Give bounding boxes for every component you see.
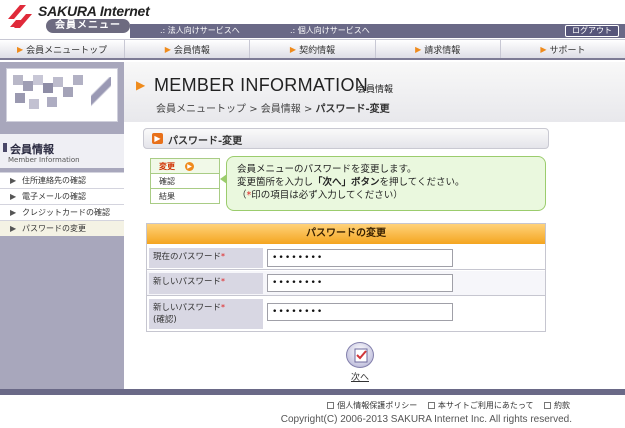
current-password-input[interactable]: •••••••• — [267, 249, 453, 267]
arrow-icon: ▶ — [540, 44, 547, 54]
nav-label: サポート — [549, 45, 586, 56]
instruction-line: （*印の項目は必ず入力してください） — [237, 190, 403, 201]
nav-label: 契約情報 — [299, 45, 336, 56]
step-indicator: 変更 ▶ 確認 結果 — [150, 158, 220, 204]
field-label: 新しいパスワード* — [149, 273, 263, 294]
sidebar: 会員情報 Member Information ▶ 住所連絡先の確認 ▶ 電子メール… — [0, 62, 124, 389]
step-label: 確認 — [159, 177, 175, 186]
main-nav: ▶ 会員メニュートップ ▶ 会員情報 ▶ 契約情報 ▶ 請求情報 ▶ サポート — [0, 39, 625, 60]
sidebar-item-label: 電子メールの確認 — [22, 192, 86, 201]
chevron-right-icon: ▶ — [10, 224, 17, 233]
arrow-icon: ▶ — [289, 44, 297, 54]
sidebar-item-credit-card[interactable]: ▶ クレジットカードの確認 — [0, 204, 124, 220]
step-label: 変更 — [159, 162, 175, 171]
nav-member-info[interactable]: ▶ 会員情報 — [125, 40, 251, 58]
sidebar-item-password[interactable]: ▶ パスワードの変更 — [0, 220, 124, 236]
required-mark: * — [221, 252, 226, 261]
link-square-icon — [327, 402, 335, 409]
sidebar-item-label: クレジットカードの確認 — [22, 208, 110, 217]
link-square-icon — [427, 402, 435, 409]
arrow-icon: ▶ — [136, 78, 146, 92]
required-mark: * — [221, 277, 226, 286]
page-header: ▶ MEMBER INFORMATION 会員情報 会員メニュートップ > 会員… — [124, 62, 625, 122]
breadcrumb-current: パスワード-変更 — [315, 104, 390, 115]
step-label: 結果 — [159, 192, 175, 201]
brand-subtitle: 会員メニュー — [46, 19, 130, 33]
footer-link-agreement[interactable]: 約款 — [544, 401, 570, 410]
breadcrumb-item[interactable]: 会員メニュートップ — [156, 104, 246, 115]
arrow-icon: ▶ — [164, 44, 171, 54]
form-heading: パスワードの変更 — [147, 224, 545, 244]
footer-links: 個人情報保護ポリシー 本サイトご利用にあたって 約款 — [319, 400, 570, 411]
sidebar-title: 会員情報 — [10, 143, 54, 156]
top-bar: .: 法人向けサービスへ .: 個人向けサービスへ ログアウト — [130, 24, 625, 38]
breadcrumb-item[interactable]: 会員情報 — [261, 104, 301, 115]
nav-label: 会員メニュートップ — [26, 45, 108, 56]
field-label: 新しいパスワード* (確認) — [149, 299, 263, 329]
sidebar-item-label: パスワードの変更 — [22, 224, 86, 233]
section-title: パスワード-変更 — [168, 136, 243, 147]
required-mark: * — [221, 303, 226, 312]
nav-support[interactable]: ▶ サポート — [501, 40, 625, 58]
section-header: ▶ パスワード-変更 — [143, 128, 549, 149]
personal-services-link[interactable]: .: 個人向けサービスへ — [290, 25, 370, 36]
footer-bar — [0, 389, 625, 395]
arrow-icon: ▶ — [415, 44, 422, 54]
nav-member-top[interactable]: ▶ 会員メニュートップ — [0, 40, 126, 58]
nav-label: 会員情報 — [173, 45, 210, 56]
chevron-right-icon: ▶ — [10, 208, 17, 217]
link-square-icon — [544, 402, 551, 409]
step-confirm: 確認 — [151, 174, 219, 189]
sidebar-item-address[interactable]: ▶ 住所連絡先の確認 — [0, 172, 124, 188]
copyright: Copyright(C) 2006-2013 SAKURA Internet I… — [280, 414, 572, 425]
user-avatar — [6, 68, 118, 122]
next-button[interactable]: 次へ — [343, 342, 377, 383]
step-change: 変更 ▶ — [151, 159, 219, 174]
sidebar-header: 会員情報 Member Information — [0, 134, 124, 168]
sidebar-item-email[interactable]: ▶ 電子メールの確認 — [0, 188, 124, 204]
sidebar-item-label: 住所連絡先の確認 — [22, 176, 86, 185]
footer-link-privacy[interactable]: 個人情報保護ポリシー — [327, 401, 417, 410]
corporate-services-link[interactable]: .: 法人向けサービスへ — [160, 25, 240, 36]
sakura-logo-icon[interactable] — [6, 5, 32, 33]
breadcrumb-separator: > — [303, 104, 316, 115]
confirm-password-input[interactable]: •••••••• — [267, 303, 453, 321]
breadcrumb: 会員メニュートップ > 会員情報 > パスワード-変更 — [156, 100, 390, 115]
page-title-jp: 会員情報 — [357, 85, 394, 95]
current-step-icon: ▶ — [185, 162, 194, 171]
nav-contract-info[interactable]: ▶ 契約情報 — [250, 40, 376, 58]
instruction-line: 会員メニューのパスワードを変更します。 — [237, 164, 417, 175]
new-password-input[interactable]: •••••••• — [267, 274, 453, 292]
password-form: パスワードの変更 現在のパスワード* •••••••• 新しいパスワード* ••… — [146, 223, 546, 332]
next-arrow-icon — [346, 342, 374, 368]
chevron-right-icon: ▶ — [10, 176, 17, 185]
instruction-emphasis: 「次へ」ボタン — [313, 177, 380, 188]
instruction-box: 会員メニューのパスワードを変更します。 変更箇所を入力し「次へ」ボタンを押してく… — [226, 156, 546, 211]
section-marker-icon — [3, 143, 7, 152]
arrow-icon: ▶ — [17, 44, 24, 54]
instruction-line: 変更箇所を入力し「次へ」ボタンを押してください。 — [237, 177, 465, 188]
next-button-label: 次へ — [350, 373, 369, 383]
nav-label: 請求情報 — [424, 45, 461, 56]
section-arrow-icon: ▶ — [152, 133, 163, 144]
page-title: MEMBER INFORMATION — [154, 75, 369, 95]
breadcrumb-separator: > — [249, 104, 261, 115]
chevron-right-icon: ▶ — [10, 192, 17, 201]
form-row-new-password: 新しいパスワード* •••••••• — [147, 271, 545, 296]
logout-button[interactable]: ログアウト — [565, 25, 619, 37]
header: SAKURA Internet 会員メニュー .: 法人向けサービスへ .: 個… — [0, 0, 625, 38]
form-row-current-password: 現在のパスワード* •••••••• — [147, 246, 545, 270]
brand-name: SAKURA Internet — [38, 3, 150, 19]
nav-billing-info[interactable]: ▶ 請求情報 — [376, 40, 501, 58]
step-result: 結果 — [151, 189, 219, 204]
form-row-confirm-password: 新しいパスワード* (確認) •••••••• — [147, 297, 545, 331]
footer-link-terms-of-use[interactable]: 本サイトご利用にあたって — [427, 401, 533, 410]
sidebar-title-en: Member Information — [8, 156, 80, 164]
field-label: 現在のパスワード* — [149, 248, 263, 268]
